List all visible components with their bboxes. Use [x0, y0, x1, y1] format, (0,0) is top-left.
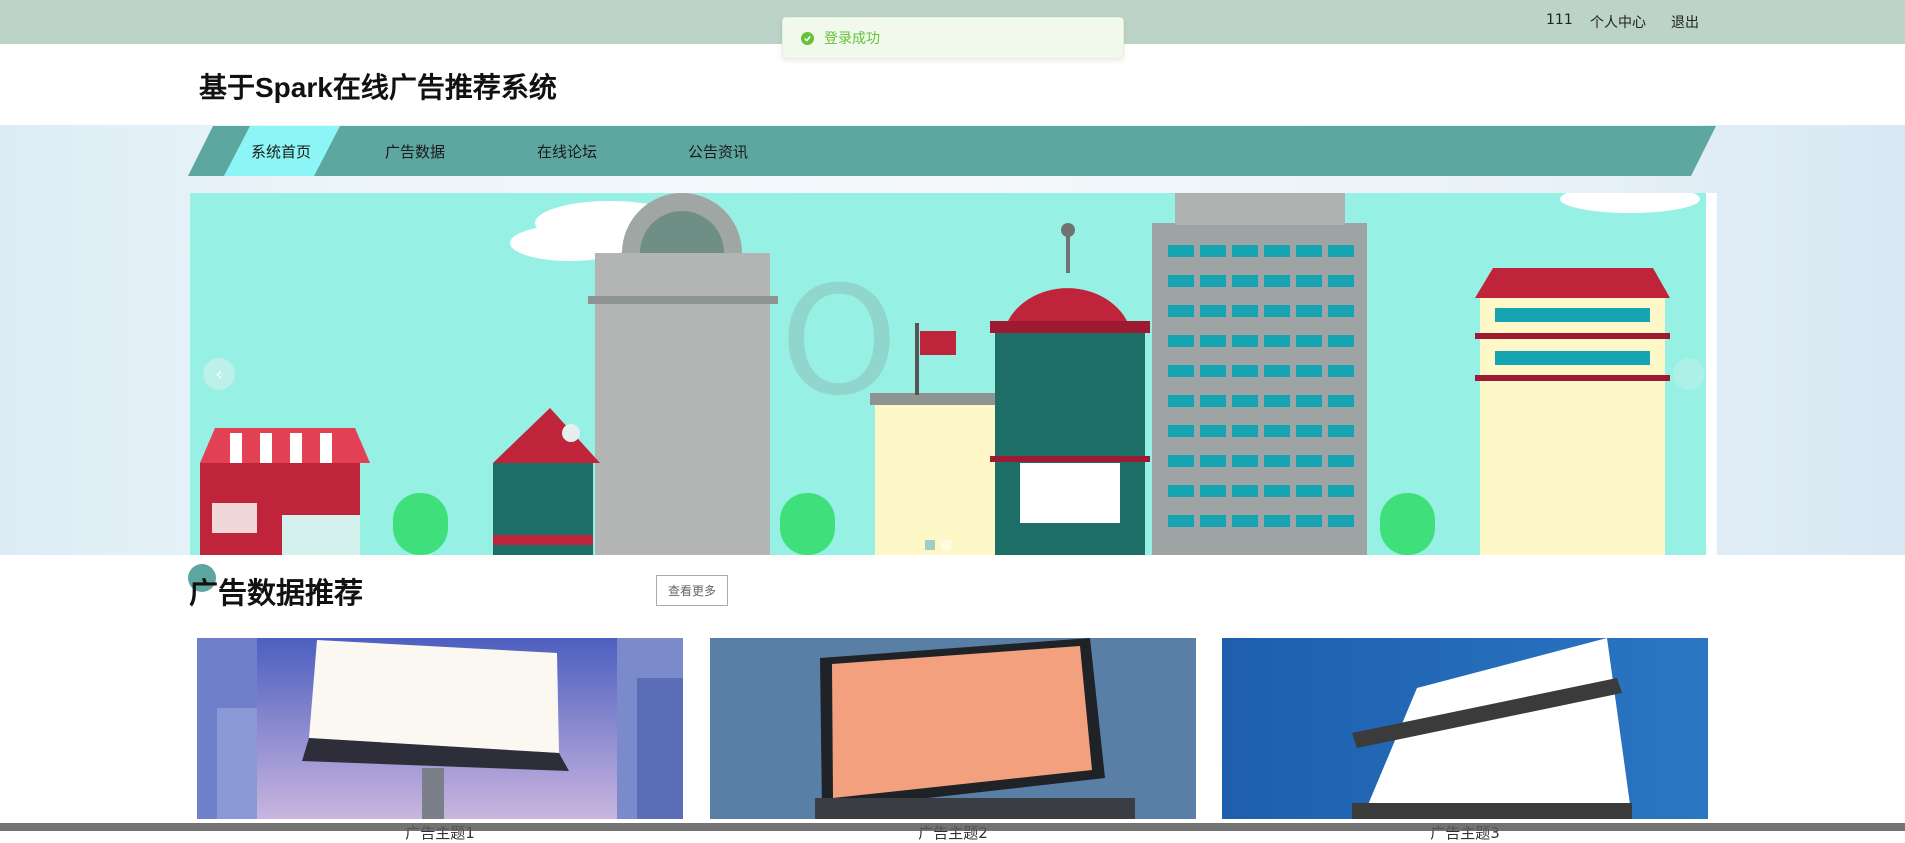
ad-card-2-image — [710, 638, 1196, 819]
ad-card-2[interactable] — [710, 638, 1196, 819]
carousel-dot-1[interactable] — [925, 540, 935, 550]
banner-carousel[interactable]: Ο — [190, 193, 1717, 555]
carousel-prev-button[interactable]: ‹ — [203, 358, 235, 390]
logout-link[interactable]: 退出 — [1671, 12, 1699, 32]
ad-card-1[interactable] — [197, 638, 683, 819]
horizontal-scrollbar[interactable] — [0, 823, 1905, 831]
check-circle-icon — [801, 31, 814, 45]
nav-item-forum[interactable]: 在线论坛 — [537, 141, 597, 162]
toast-message: 登录成功 — [824, 31, 880, 47]
carousel-indicators — [925, 540, 951, 550]
main-nav: 系统首页 广告数据 在线论坛 公告资讯 — [188, 126, 1716, 176]
success-toast: 登录成功 — [782, 17, 1124, 59]
svg-text:Ο: Ο — [780, 255, 898, 429]
profile-link[interactable]: 个人中心 — [1590, 12, 1646, 32]
carousel-dot-2[interactable] — [941, 540, 951, 550]
section-title: 广告数据推荐 — [189, 578, 364, 610]
ad-card-3-image — [1222, 638, 1708, 819]
nav-item-home[interactable]: 系统首页 — [251, 141, 311, 162]
site-title: 基于Spark在线广告推荐系统 — [199, 72, 557, 103]
nav-item-news[interactable]: 公告资讯 — [688, 141, 748, 162]
ad-card-3[interactable] — [1222, 638, 1708, 819]
username-link[interactable]: 111 — [1546, 12, 1573, 28]
view-more-button[interactable]: 查看更多 — [656, 575, 728, 606]
banner-image: Ο — [190, 193, 1717, 555]
ad-card-1-image — [197, 638, 683, 819]
nav-item-ad-data[interactable]: 广告数据 — [385, 141, 445, 162]
carousel-next-button[interactable] — [1673, 358, 1705, 390]
